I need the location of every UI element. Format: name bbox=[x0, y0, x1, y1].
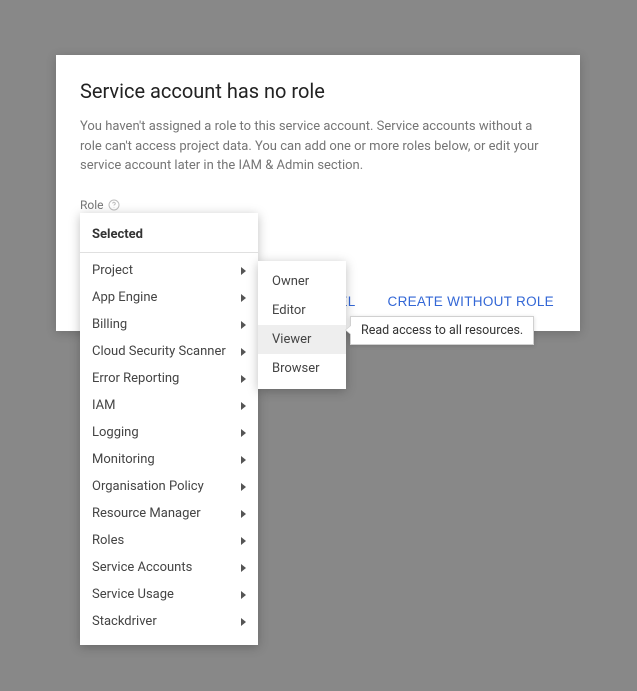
menu-item-monitoring[interactable]: Monitoring bbox=[80, 446, 258, 473]
menu-item-label: Logging bbox=[92, 425, 139, 440]
chevron-right-icon bbox=[241, 618, 246, 626]
menu-divider bbox=[80, 252, 258, 253]
chevron-right-icon bbox=[241, 591, 246, 599]
menu-item-service-accounts[interactable]: Service Accounts bbox=[80, 554, 258, 581]
menu-item-label: Service Usage bbox=[92, 587, 174, 602]
menu-item-iam[interactable]: IAM bbox=[80, 392, 258, 419]
dialog-title: Service account has no role bbox=[80, 79, 556, 103]
menu-item-label: Billing bbox=[92, 317, 127, 332]
submenu-item-editor[interactable]: Editor bbox=[258, 296, 346, 325]
create-without-role-button[interactable]: CREATE WITHOUT ROLE bbox=[386, 288, 556, 315]
menu-item-app-engine[interactable]: App Engine bbox=[80, 284, 258, 311]
chevron-right-icon bbox=[241, 483, 246, 491]
menu-item-organisation-policy[interactable]: Organisation Policy bbox=[80, 473, 258, 500]
dialog-body: You haven't assigned a role to this serv… bbox=[80, 117, 556, 176]
menu-item-label: Service Accounts bbox=[92, 560, 192, 575]
menu-item-label: Roles bbox=[92, 533, 124, 548]
chevron-right-icon bbox=[241, 294, 246, 302]
menu-item-roles[interactable]: Roles bbox=[80, 527, 258, 554]
chevron-right-icon bbox=[241, 564, 246, 572]
menu-item-label: Error Reporting bbox=[92, 371, 179, 386]
submenu-item-browser[interactable]: Browser bbox=[258, 354, 346, 383]
menu-item-error-reporting[interactable]: Error Reporting bbox=[80, 365, 258, 392]
menu-item-label: IAM bbox=[92, 398, 115, 413]
menu-item-stackdriver[interactable]: Stackdriver bbox=[80, 608, 258, 635]
menu-item-cloud-security-scanner[interactable]: Cloud Security Scanner bbox=[80, 338, 258, 365]
menu-item-label: Project bbox=[92, 263, 133, 278]
role-category-menu: Selected Project App Engine Billing Cloud S… bbox=[80, 213, 258, 645]
menu-item-label: Resource Manager bbox=[92, 506, 201, 521]
menu-item-label: Organisation Policy bbox=[92, 479, 204, 494]
menu-item-label: Stackdriver bbox=[92, 614, 157, 629]
chevron-right-icon bbox=[241, 375, 246, 383]
role-submenu: OwnerEditorViewerBrowser bbox=[258, 261, 346, 389]
menu-item-label: Monitoring bbox=[92, 452, 155, 467]
chevron-right-icon bbox=[241, 267, 246, 275]
menu-item-billing[interactable]: Billing bbox=[80, 311, 258, 338]
menu-item-service-usage[interactable]: Service Usage bbox=[80, 581, 258, 608]
chevron-right-icon bbox=[241, 537, 246, 545]
chevron-right-icon bbox=[241, 321, 246, 329]
help-icon[interactable] bbox=[108, 199, 120, 211]
menu-item-resource-manager[interactable]: Resource Manager bbox=[80, 500, 258, 527]
role-label: Role bbox=[80, 198, 120, 212]
menu-item-logging[interactable]: Logging bbox=[80, 419, 258, 446]
chevron-right-icon bbox=[241, 348, 246, 356]
menu-item-project[interactable]: Project bbox=[80, 257, 258, 284]
submenu-item-viewer[interactable]: Viewer bbox=[258, 325, 346, 354]
role-tooltip: Read access to all resources. bbox=[350, 316, 534, 345]
chevron-right-icon bbox=[241, 429, 246, 437]
chevron-right-icon bbox=[241, 402, 246, 410]
chevron-right-icon bbox=[241, 456, 246, 464]
chevron-right-icon bbox=[241, 510, 246, 518]
submenu-item-owner[interactable]: Owner bbox=[258, 267, 346, 296]
menu-item-label: App Engine bbox=[92, 290, 157, 305]
menu-item-label: Cloud Security Scanner bbox=[92, 344, 226, 359]
menu-header: Selected bbox=[80, 219, 258, 252]
